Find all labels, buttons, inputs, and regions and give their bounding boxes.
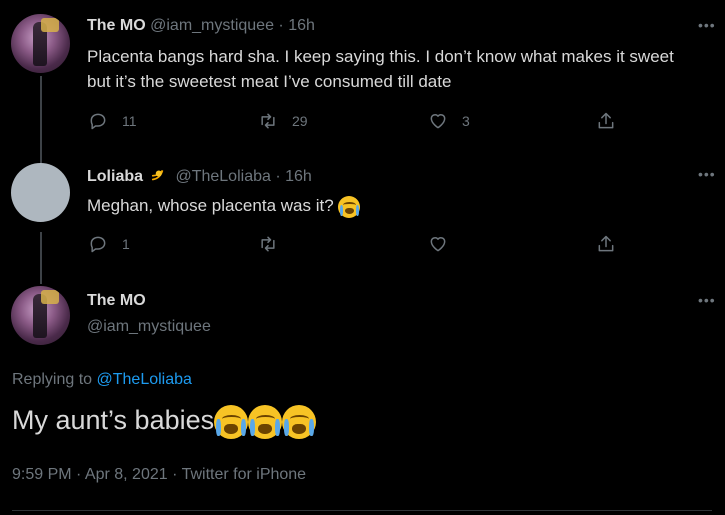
more-options-button[interactable]: ••• [698, 166, 716, 182]
retweet-count: 29 [292, 113, 308, 129]
reply-count: 1 [122, 236, 130, 252]
replying-prefix: Replying to [12, 371, 93, 388]
avatar[interactable] [11, 163, 70, 222]
main-tweet-text-content: My aunt’s babies [12, 405, 215, 436]
tweet-2[interactable]: Loliaba @TheLoliaba · 16h ••• Meghan, wh… [0, 150, 725, 270]
like-button[interactable] [428, 234, 448, 254]
display-name[interactable]: The MO [87, 17, 146, 34]
user-handle[interactable]: @iam_mystiquee [150, 17, 274, 34]
tweet-meta[interactable]: 9:59 PM · Apr 8, 2021 · Twitter for iPho… [12, 466, 306, 484]
loudly-crying-face-emoji [338, 195, 361, 218]
timestamp[interactable]: · 16h [275, 168, 311, 185]
heart-icon [430, 114, 446, 129]
retweet-icon [261, 236, 275, 252]
share-button[interactable] [596, 111, 616, 131]
replying-to-link[interactable]: @TheLoliaba [97, 371, 192, 388]
user-handle[interactable]: @iam_mystiquee [87, 318, 211, 336]
tweet-text: Placenta bangs hard sha. I keep saying t… [87, 47, 674, 91]
loudly-crying-face-emoji [248, 405, 283, 439]
reply-icon [90, 113, 106, 130]
tweet-text: Meghan, whose placenta was it? [87, 193, 361, 218]
reply-button[interactable]: 1 [88, 234, 130, 254]
more-options-button[interactable]: ••• [698, 292, 716, 308]
like-button[interactable]: 3 [428, 111, 470, 131]
reply-count: 11 [122, 113, 137, 129]
display-name[interactable]: Loliaba [87, 168, 143, 185]
like-count: 3 [462, 113, 470, 129]
badge-icon [151, 169, 164, 181]
reply-button[interactable]: 11 [88, 111, 137, 131]
share-icon [598, 112, 614, 129]
tweet-header: Loliaba @TheLoliaba · 16h [87, 166, 312, 186]
main-tweet-text: My aunt’s babies [12, 405, 317, 439]
avatar[interactable] [11, 286, 70, 345]
heart-icon [430, 237, 446, 252]
timestamp[interactable]: · 16h [278, 17, 314, 34]
tweet-1[interactable]: The MO @iam_mystiquee · 16h ••• Placenta… [0, 0, 725, 150]
loudly-crying-face-emoji [214, 405, 249, 439]
tweet-header: The MO @iam_mystiquee · 16h [87, 17, 315, 35]
display-name[interactable]: The MO [87, 292, 146, 310]
tweet-text-content: Meghan, whose placenta was it? [87, 196, 334, 215]
replying-to: Replying to @TheLoliaba [12, 371, 192, 389]
user-handle[interactable]: @TheLoliaba [175, 168, 270, 185]
retweet-icon [261, 113, 275, 129]
more-options-button[interactable]: ••• [698, 17, 716, 33]
share-icon [598, 235, 614, 252]
retweet-button[interactable]: 29 [258, 111, 308, 131]
divider [12, 510, 712, 511]
loudly-crying-face-emoji [282, 405, 317, 439]
avatar[interactable] [11, 14, 70, 73]
retweet-button[interactable] [258, 234, 278, 254]
share-button[interactable] [596, 234, 616, 254]
reply-icon [90, 236, 106, 253]
